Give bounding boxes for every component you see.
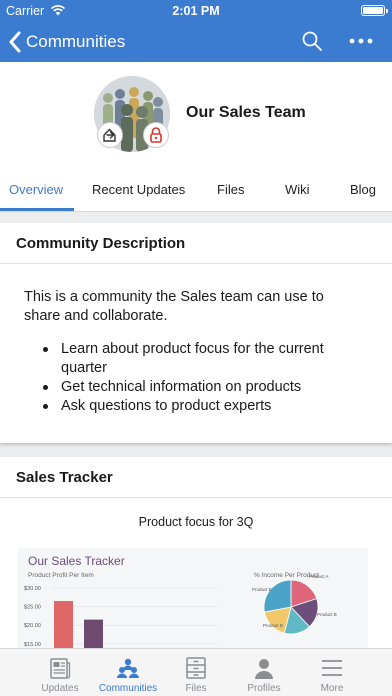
battery-icon [361,5,388,16]
sales-tracker-image[interactable]: Our Sales Tracker Product Profit Per Ite… [18,548,368,649]
files-icon [186,657,206,679]
community-header: Our Sales Team [0,62,392,172]
description-text: This is a community the Sales team can u… [24,289,324,324]
pie-label: Product B [317,612,337,617]
status-bar: Carrier 2:01 PM [0,0,392,22]
tabbar-files[interactable]: Files [163,649,229,696]
more-options-icon[interactable] [347,30,375,52]
tab-wiki[interactable]: Wiki [285,182,310,197]
tabbar-label: Updates [41,683,79,694]
community-name: Our Sales Team [186,104,306,121]
pie-label: Product E [252,587,272,592]
tab-files[interactable]: Files [217,182,244,197]
communities-icon [117,658,139,678]
y-tick-label: $15.00 [24,642,41,648]
tabbar-profiles[interactable]: Profiles [231,649,297,696]
bar [54,601,73,649]
more-menu-icon [322,660,342,676]
tab-overview[interactable]: Overview [9,182,63,197]
sales-tracker-title: Sales Tracker [16,469,113,486]
tabbar-label: Profiles [247,683,281,694]
list-item: Get technical information on products [40,378,370,397]
tab-recent-updates[interactable]: Recent Updates [92,182,185,197]
tabbar-updates[interactable]: Updates [27,649,93,696]
bottom-tab-bar: Updates Communities Files Profiles More [0,648,392,696]
lock-icon [143,122,169,148]
status-time: 2:01 PM [172,4,220,18]
bar [84,619,103,649]
community-tabs: Overview Recent Updates Files Wiki Blog [0,172,392,212]
list-item: Ask questions to product experts [40,397,370,416]
pie-label: Product A [309,574,329,579]
y-tick-label: $25.00 [24,605,41,611]
tabbar-label: Communities [98,683,158,694]
active-tab-indicator [0,208,74,211]
back-label: Communities [26,32,126,51]
tabbar-label: Files [185,683,207,694]
pie-label: Product D [263,623,284,628]
navigation-bar: Communities [0,22,392,62]
divider [0,497,392,498]
y-tick-label: $30.00 [24,586,41,592]
back-button[interactable]: Communities [8,26,125,58]
chevron-left-icon [9,31,21,53]
tab-blog[interactable]: Blog [350,182,376,197]
sales-tracker-charts: $30.00$25.00$20.00$15.00$10.00Product AP… [24,574,337,649]
share-icon [97,122,123,148]
updates-icon [50,658,71,679]
tabbar-more[interactable]: More [299,649,365,696]
sales-tracker-subtitle: Product focus for 3Q [138,515,254,529]
divider [0,263,392,264]
list-item: Learn about product focus for the curren… [40,340,370,378]
y-tick-label: $20.00 [24,623,41,629]
community-description-card: Community Description This is a communit… [0,223,392,443]
pie-slice [263,579,292,613]
sales-tracker-card: Sales Tracker Product focus for 3Q Our S… [0,457,392,649]
tabbar-communities[interactable]: Communities [95,649,161,696]
tabbar-label: More [320,683,344,694]
profiles-icon [255,659,273,679]
search-icon[interactable] [300,29,324,53]
description-bullets: Learn about product focus for the curren… [40,340,370,416]
description-title: Community Description [16,235,186,252]
